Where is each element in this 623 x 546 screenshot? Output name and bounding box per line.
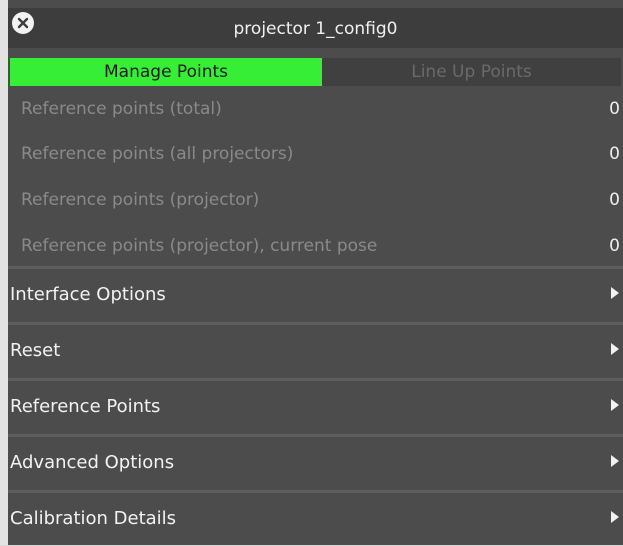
window-frame: projector 1_config0 Manage Points Line U… (0, 0, 623, 545)
stat-row-total: Reference points (total) 0 (8, 86, 623, 131)
section-label: Calibration Details (10, 508, 177, 529)
section-advanced-options[interactable]: Advanced Options (8, 434, 623, 490)
stat-label: Reference points (projector), current po… (21, 236, 378, 256)
stat-row-current-pose: Reference points (projector), current po… (8, 223, 623, 269)
reference-points-stats: Reference points (total) 0 Reference poi… (8, 86, 623, 269)
section-label: Interface Options (10, 284, 166, 305)
projector-config-panel: projector 1_config0 Manage Points Line U… (8, 0, 623, 545)
stat-value: 0 (609, 98, 620, 119)
tab-manage-points[interactable]: Manage Points (10, 58, 322, 86)
triangle-right-icon (611, 398, 619, 411)
triangle-right-icon (611, 286, 619, 299)
section-label: Reset (10, 340, 61, 361)
tab-bar: Manage Points Line Up Points (10, 58, 621, 86)
section-label: Advanced Options (10, 452, 175, 473)
collapsible-sections: Interface Options Reset Reference Points… (8, 266, 623, 546)
stat-row-all-projectors: Reference points (all projectors) 0 (8, 131, 623, 177)
triangle-right-icon (611, 342, 619, 355)
stat-label: Reference points (total) (21, 98, 222, 119)
section-reset[interactable]: Reset (8, 322, 623, 378)
section-reference-points[interactable]: Reference Points (8, 378, 623, 434)
tab-line-up-points[interactable]: Line Up Points (322, 58, 621, 86)
section-label: Reference Points (10, 396, 161, 417)
stat-value: 0 (609, 144, 620, 164)
window-title: projector 1_config0 (233, 19, 398, 39)
stat-row-projector: Reference points (projector) 0 (8, 177, 623, 223)
stat-label: Reference points (projector) (21, 190, 260, 210)
triangle-right-icon (611, 454, 619, 467)
section-interface-options[interactable]: Interface Options (8, 266, 623, 322)
stat-value: 0 (609, 236, 620, 256)
title-bar: projector 1_config0 (8, 8, 623, 48)
section-calibration-details[interactable]: Calibration Details (8, 490, 623, 546)
stat-value: 0 (609, 190, 620, 210)
stat-label: Reference points (all projectors) (21, 144, 294, 164)
triangle-right-icon (611, 510, 619, 523)
